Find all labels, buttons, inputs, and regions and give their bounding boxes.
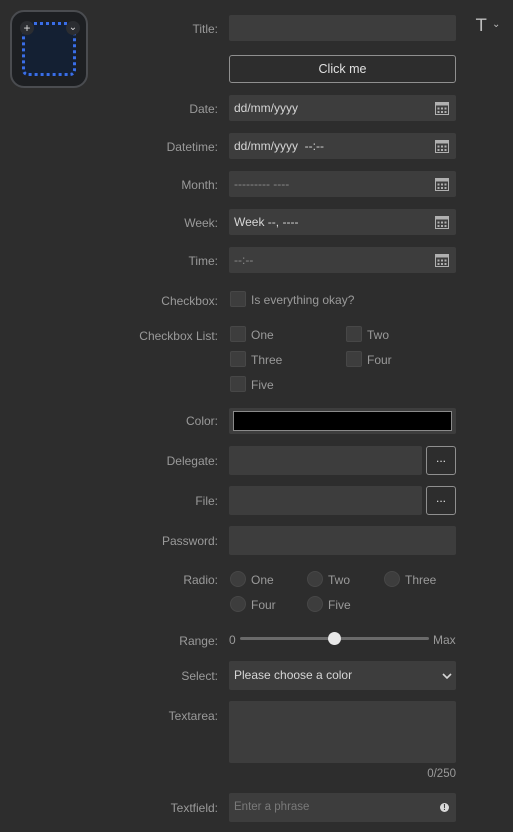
checkbox-three-label: Three <box>251 353 283 367</box>
datetime-label: Datetime: <box>166 140 218 154</box>
radio-four[interactable] <box>230 596 246 612</box>
chevron-down-icon <box>442 673 452 679</box>
month-label: Month: <box>181 178 218 192</box>
checkbox-text: Is everything okay? <box>251 293 355 307</box>
title-input[interactable] <box>229 15 456 41</box>
chevron-down-icon[interactable]: ⌄ <box>492 19 500 30</box>
range-max-label: Max <box>433 633 456 647</box>
calendar-icon[interactable] <box>435 253 449 267</box>
checkbox-two[interactable] <box>346 326 362 342</box>
checkbox-label: Checkbox: <box>161 294 218 308</box>
file-browse-button[interactable]: ... <box>426 486 456 515</box>
color-select[interactable]: Please choose a color <box>229 661 456 690</box>
title-label: Title: <box>192 22 218 36</box>
time-value: --:-- <box>234 253 254 267</box>
date-label: Date: <box>189 102 218 116</box>
date-input[interactable]: dd/mm/yyyy <box>229 95 456 121</box>
select-label: Select: <box>181 669 218 683</box>
time-label: Time: <box>188 254 218 268</box>
password-label: Password: <box>161 534 218 548</box>
radio-two[interactable] <box>307 571 323 587</box>
textarea-label: Textarea: <box>168 709 218 723</box>
textfield-label: Textfield: <box>170 801 218 815</box>
checkbox-four[interactable] <box>346 351 362 367</box>
checkbox-five[interactable] <box>230 376 246 392</box>
color-label: Color: <box>185 414 218 428</box>
week-value: Week --, ---- <box>234 215 299 229</box>
textarea-input[interactable] <box>229 701 456 763</box>
checkbox-one[interactable] <box>230 326 246 342</box>
delegate-label: Delegate: <box>166 454 218 468</box>
info-icon[interactable]: ! <box>440 803 449 812</box>
radio-label: Radio: <box>183 573 218 587</box>
color-picker[interactable] <box>229 408 456 434</box>
calendar-icon[interactable] <box>435 139 449 153</box>
range-label: Range: <box>179 634 218 648</box>
delegate-input[interactable] <box>229 446 422 475</box>
textfield-input[interactable]: Enter a phrase ! <box>229 793 456 822</box>
calendar-icon[interactable] <box>435 101 449 115</box>
component-thumbnail[interactable]: + ⌄ <box>10 10 88 88</box>
radio-five-label: Five <box>328 598 351 612</box>
checkbox-list-label: Checkbox List: <box>139 329 218 343</box>
file-label: File: <box>195 494 218 508</box>
radio-five[interactable] <box>307 596 323 612</box>
month-value: --------- ---- <box>234 177 290 191</box>
checkbox-five-label: Five <box>251 378 274 392</box>
checkbox-one-label: One <box>251 328 274 342</box>
calendar-icon[interactable] <box>435 215 449 229</box>
color-swatch <box>233 411 452 431</box>
select-value: Please choose a color <box>234 668 353 682</box>
textfield-placeholder: Enter a phrase <box>234 801 310 813</box>
chevron-down-icon[interactable]: ⌄ <box>66 21 80 35</box>
add-icon[interactable]: + <box>20 21 34 35</box>
datetime-input[interactable]: dd/mm/yyyy --:-- <box>229 133 456 159</box>
radio-four-label: Four <box>251 598 276 612</box>
radio-one-label: One <box>251 573 274 587</box>
range-slider-thumb[interactable] <box>328 632 341 645</box>
file-input[interactable] <box>229 486 422 515</box>
week-input[interactable]: Week --, ---- <box>229 209 456 235</box>
range-min-label: 0 <box>229 633 236 647</box>
month-input[interactable]: --------- ---- <box>229 171 456 197</box>
time-input[interactable]: --:-- <box>229 247 456 273</box>
radio-one[interactable] <box>230 571 246 587</box>
password-input[interactable] <box>229 526 456 555</box>
calendar-icon[interactable] <box>435 177 449 191</box>
click-me-button[interactable]: Click me <box>229 55 456 83</box>
checkbox-three[interactable] <box>230 351 246 367</box>
date-value: dd/mm/yyyy <box>234 101 299 115</box>
radio-three-label: Three <box>405 573 437 587</box>
checkbox-everything-okay[interactable] <box>230 291 246 307</box>
week-label: Week: <box>184 216 218 230</box>
text-tool-icon[interactable]: T <box>476 16 486 36</box>
checkbox-four-label: Four <box>367 353 392 367</box>
delegate-browse-button[interactable]: ... <box>426 446 456 475</box>
radio-two-label: Two <box>328 573 351 587</box>
checkbox-two-label: Two <box>367 328 390 342</box>
radio-three[interactable] <box>384 571 400 587</box>
datetime-value: dd/mm/yyyy --:-- <box>234 139 324 153</box>
textarea-counter: 0/250 <box>427 768 456 780</box>
